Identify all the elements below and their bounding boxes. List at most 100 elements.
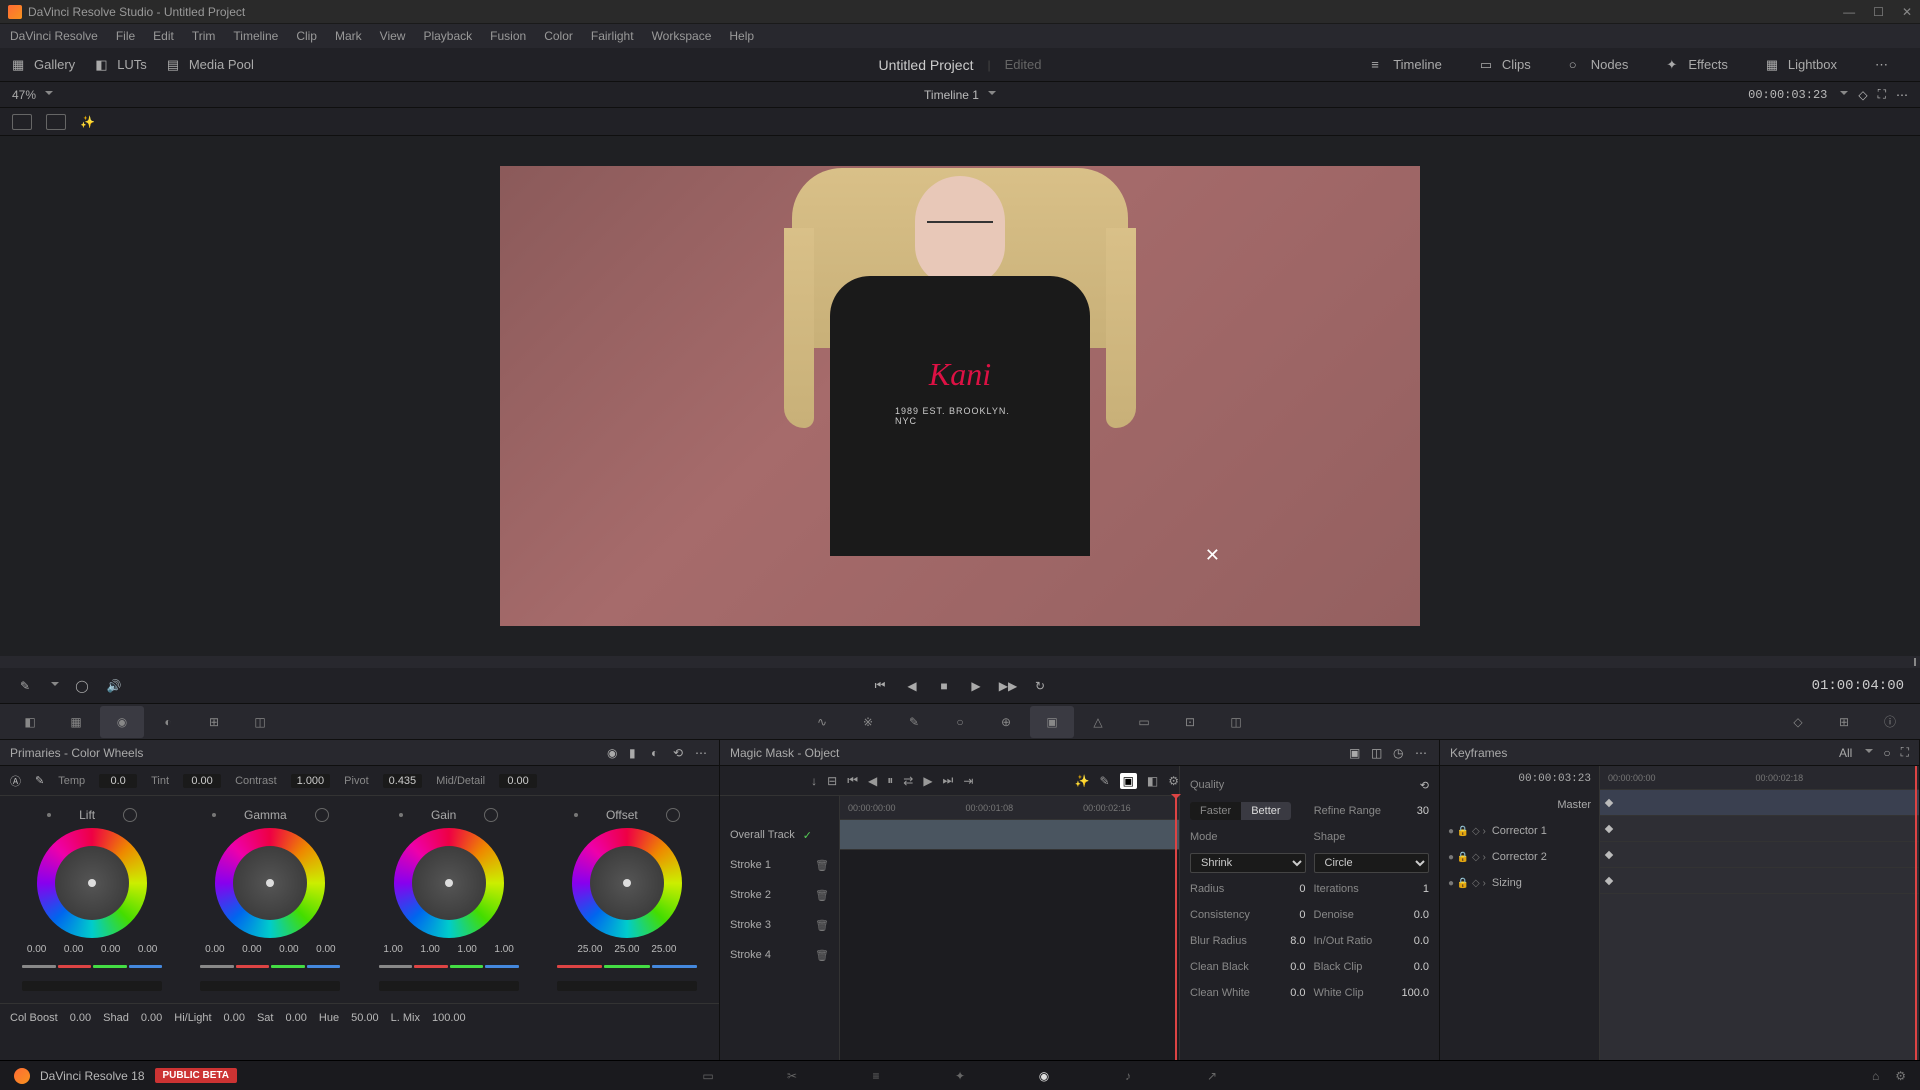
radius-value[interactable]: 0 <box>1266 883 1306 895</box>
luts-button[interactable]: ◧LUTs <box>95 57 147 73</box>
offset-wheel[interactable] <box>572 828 682 938</box>
mm-step-rev-button[interactable]: ◀ <box>868 774 877 788</box>
menu-fairlight[interactable]: Fairlight <box>591 29 634 43</box>
scopes-icon[interactable]: ⊞ <box>1822 706 1866 738</box>
mm-mode1-icon[interactable]: ▣ <box>1349 746 1363 760</box>
shape-select[interactable]: Circle <box>1314 853 1430 873</box>
trash-icon[interactable]: 🗑 <box>815 949 829 962</box>
contrast-value[interactable]: 1.000 <box>291 774 331 788</box>
mm-playhead[interactable] <box>1175 796 1177 1060</box>
tint-value[interactable]: 0.00 <box>183 774 221 788</box>
window-tab[interactable]: ○ <box>938 706 982 738</box>
auto-icon[interactable]: Ⓐ <box>10 773 21 789</box>
mm-invert-icon[interactable]: ◧ <box>1147 774 1158 788</box>
viewer[interactable]: Kani 1989 EST. BROOKLYN. NYC ✕ <box>0 136 1920 656</box>
mm-stroke-4[interactable]: Stroke 4🗑 <box>720 940 839 970</box>
reset-all-icon[interactable]: ⟲ <box>673 746 687 760</box>
mm-step-fwd-button[interactable]: ▶ <box>923 774 932 788</box>
temp-value[interactable]: 0.0 <box>99 774 137 788</box>
kf-master[interactable]: Master <box>1440 792 1599 818</box>
maximize-button[interactable]: ☐ <box>1873 5 1884 19</box>
whiteclip-value[interactable]: 100.0 <box>1389 987 1429 999</box>
panel-menu-icon[interactable]: ⋯ <box>695 746 709 760</box>
lift-wheel[interactable] <box>37 828 147 938</box>
gamma-wheel[interactable] <box>215 828 325 938</box>
mm-stroke-overall[interactable]: Overall Track✓ <box>720 820 839 850</box>
menu-mark[interactable]: Mark <box>335 29 362 43</box>
key-tab[interactable]: ▭ <box>1122 706 1166 738</box>
play-button[interactable]: ▶ <box>967 677 985 695</box>
iter-value[interactable]: 1 <box>1389 883 1429 895</box>
wheels-mode-icon[interactable]: ◉ <box>607 746 621 760</box>
gain-wheel[interactable] <box>394 828 504 938</box>
trash-icon[interactable]: 🗑 <box>815 889 829 902</box>
expand-icon[interactable]: ⛶ <box>1878 87 1886 102</box>
mute-icon[interactable]: 🔊 <box>105 677 123 695</box>
toggle-icon[interactable]: ◯ <box>73 677 91 695</box>
pivot-value[interactable]: 0.435 <box>383 774 423 788</box>
mm-mode2-icon[interactable]: ◫ <box>1371 746 1385 760</box>
more-icon[interactable]: ⋯ <box>1896 88 1908 102</box>
menu-davinci[interactable]: DaVinci Resolve <box>10 29 98 43</box>
magic-mask-tab[interactable]: ▣ <box>1030 706 1074 738</box>
gamma-reset-icon[interactable] <box>315 808 329 822</box>
fusion-page-button[interactable]: ✦ <box>948 1064 972 1088</box>
quality-toggle[interactable]: FasterBetter <box>1190 802 1291 820</box>
motion-effects-tab[interactable]: ◫ <box>238 706 282 738</box>
edit-page-button[interactable]: ≡ <box>864 1064 888 1088</box>
kf-marker-icon[interactable]: ○ <box>1883 746 1890 760</box>
offset-master-slider[interactable] <box>557 981 697 991</box>
3d-tab[interactable]: ◫ <box>1214 706 1258 738</box>
transport-timecode[interactable]: 01:00:04:00 <box>1812 678 1904 694</box>
lift-master-slider[interactable] <box>22 981 162 991</box>
kf-corrector1[interactable]: ● 🔒 ◇ ›Corrector 1 <box>1440 818 1599 844</box>
mm-pen-icon[interactable]: ✎ <box>1100 774 1110 788</box>
rgb-mixer-tab[interactable]: ⊞ <box>192 706 236 738</box>
mm-clock-icon[interactable]: ◷ <box>1393 746 1407 760</box>
inout-value[interactable]: 0.0 <box>1389 935 1429 947</box>
menu-fusion[interactable]: Fusion <box>490 29 526 43</box>
close-button[interactable]: ✕ <box>1902 5 1912 19</box>
mode-select[interactable]: Shrink <box>1190 853 1306 873</box>
bars-mode-icon[interactable]: ▮ <box>629 746 643 760</box>
qualifier-tab[interactable]: ✎ <box>892 706 936 738</box>
mm-end-button[interactable]: ⇥ <box>963 774 973 788</box>
clips-button[interactable]: ▭Clips <box>1480 57 1531 73</box>
fairlight-page-button[interactable]: ♪ <box>1116 1064 1140 1088</box>
menu-timeline[interactable]: Timeline <box>233 29 278 43</box>
hilight-value[interactable]: 0.00 <box>224 1012 245 1024</box>
gallery-button[interactable]: ▦Gallery <box>12 57 75 73</box>
zoom-dropdown[interactable]: 47% <box>12 88 53 102</box>
bypass-icon[interactable]: ◇ <box>1858 88 1867 102</box>
prev-frame-button[interactable]: ◀ <box>903 677 921 695</box>
info-icon[interactable]: ⓘ <box>1868 706 1912 738</box>
colboost-value[interactable]: 0.00 <box>70 1012 91 1024</box>
cut-page-button[interactable]: ✂ <box>780 1064 804 1088</box>
mm-track-rev-button[interactable]: ⏮ <box>847 773 858 788</box>
lightbox-button[interactable]: ▦Lightbox <box>1766 57 1837 73</box>
menu-file[interactable]: File <box>116 29 135 43</box>
curves-tab[interactable]: ∿ <box>800 706 844 738</box>
mm-stroke-1[interactable]: Stroke 1🗑 <box>720 850 839 880</box>
mm-wand-icon[interactable]: ✨ <box>1075 774 1090 788</box>
view-mode-dual-icon[interactable] <box>46 114 66 130</box>
loop-button[interactable]: ↻ <box>1031 677 1049 695</box>
kf-expand-icon[interactable]: ⛶ <box>1901 745 1909 760</box>
menu-help[interactable]: Help <box>729 29 754 43</box>
mm-menu-icon[interactable]: ⋯ <box>1415 746 1429 760</box>
cleanwhite-value[interactable]: 0.0 <box>1266 987 1306 999</box>
tracker-tab[interactable]: ⊕ <box>984 706 1028 738</box>
menu-clip[interactable]: Clip <box>296 29 317 43</box>
kf-track-area[interactable]: 00:00:00:0000:00:02:18 <box>1600 766 1919 1060</box>
menu-workspace[interactable]: Workspace <box>652 29 712 43</box>
consistency-value[interactable]: 0 <box>1266 909 1306 921</box>
camera-raw-tab[interactable]: ◧ <box>8 706 52 738</box>
magic-wand-icon[interactable]: ✨ <box>80 115 95 129</box>
gain-reset-icon[interactable] <box>484 808 498 822</box>
deliver-page-button[interactable]: ↗ <box>1200 1064 1224 1088</box>
media-pool-button[interactable]: ▤Media Pool <box>167 57 254 73</box>
next-frame-button[interactable]: ▶▶ <box>999 677 1017 695</box>
sizing-tab[interactable]: ⊡ <box>1168 706 1212 738</box>
effects-button[interactable]: ✦Effects <box>1666 57 1728 73</box>
kf-sizing[interactable]: ● 🔒 ◇ ›Sizing <box>1440 870 1599 896</box>
